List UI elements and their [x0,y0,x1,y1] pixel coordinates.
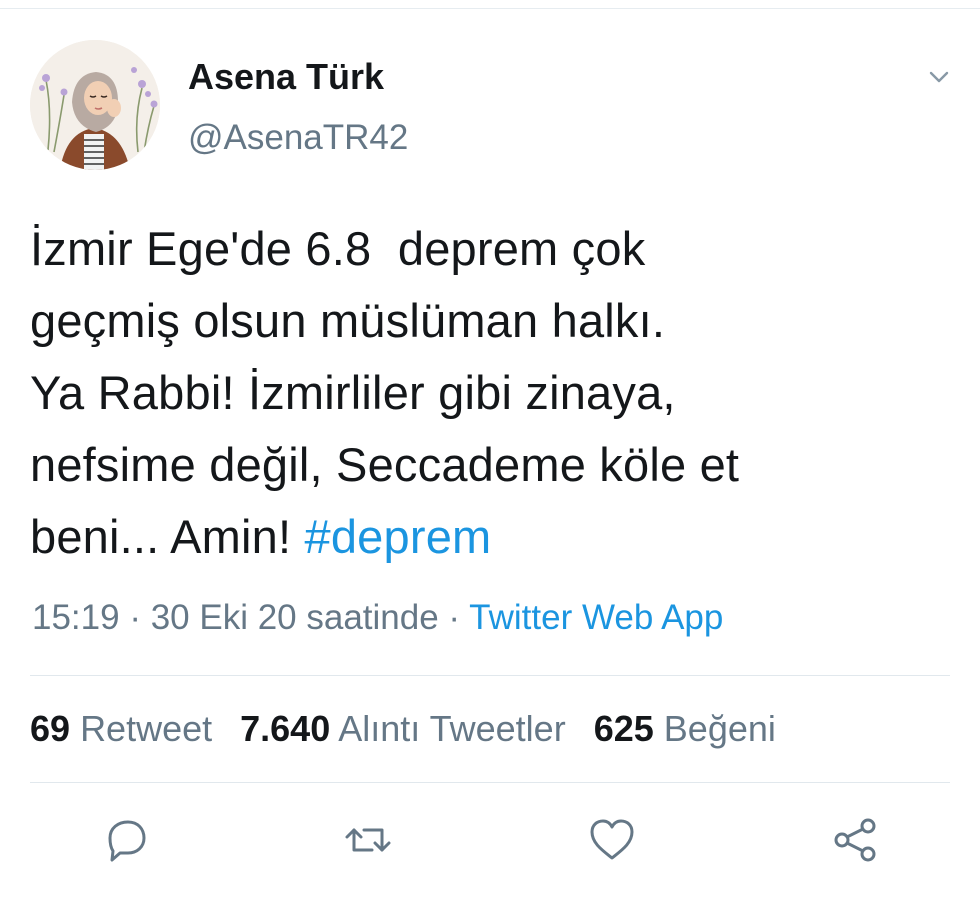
retweet-count-stat[interactable]: 69 Retweet [30,708,212,750]
quote-label: Alıntı Tweetler [338,708,566,749]
retweet-icon[interactable] [338,810,398,870]
meta-separator: · [119,598,151,637]
tweet-date[interactable]: 30 Eki 20 saatinde [151,598,439,637]
share-icon[interactable] [826,810,886,870]
avatar-illustration [30,40,160,170]
stats-bottom-divider [30,782,950,783]
user-handle[interactable]: @AsenaTR42 [188,118,408,158]
like-label: Beğeni [663,708,776,749]
top-divider [0,8,980,9]
tweet-line: İzmir Ege'de 6.8 deprem çok [30,222,646,275]
meta-separator: · [438,598,470,637]
tweet-time[interactable]: 15:19 [32,598,120,637]
tweet-line-text: beni... Amin! [30,510,305,563]
like-count-stat[interactable]: 625 Beğeni [594,708,776,750]
tweet-line-last: beni... Amin! #deprem [30,501,960,573]
tweet-meta: 15:19 · 30 Eki 20 saatinde · Twitter Web… [32,598,723,638]
tweet-source-link[interactable]: Twitter Web App [469,598,723,637]
reply-icon[interactable] [96,810,156,870]
tweet-text: İzmir Ege'de 6.8 deprem çok geçmiş olsun… [30,213,960,573]
like-count: 625 [593,708,654,749]
tweet-detail: Asena Türk @AsenaTR42 İzmir Ege'de 6.8 d… [0,0,980,920]
display-name[interactable]: Asena Türk [188,56,384,98]
tweet-line: geçmiş olsun müslüman halkı. [30,294,666,347]
tweet-line: nefsime değil, Seccademe köle et [30,438,740,491]
retweet-count: 69 [30,708,71,749]
hashtag-link[interactable]: #deprem [305,510,492,563]
stats-top-divider [30,675,950,676]
tweet-line: Ya Rabbi! İzmirliler gibi zinaya, [30,366,676,419]
quote-count-stat[interactable]: 7.640 Alıntı Tweetler [240,708,566,750]
action-bar [0,810,980,880]
tweet-stats: 69 Retweet 7.640 Alıntı Tweetler 625 Beğen… [30,708,804,750]
chevron-down-icon[interactable] [924,62,954,92]
avatar[interactable] [30,40,160,170]
quote-count: 7.640 [240,708,331,749]
heart-icon[interactable] [582,810,642,870]
retweet-label: Retweet [80,708,213,749]
